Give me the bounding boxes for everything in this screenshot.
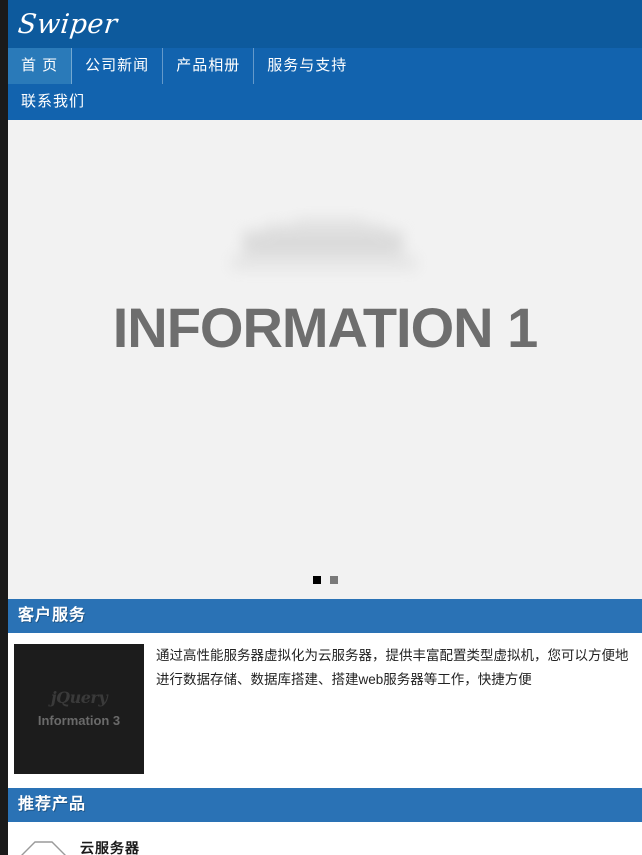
customer-service-body: jQuery Information 3 通过高性能服务器虚拟化为云服务器，提供… <box>8 633 642 788</box>
nav-item-product-album[interactable]: 产品相册 <box>163 48 255 84</box>
product-item-name[interactable]: 云服务器 <box>70 834 140 855</box>
section-header-recommended-products: 推荐产品 <box>8 788 642 822</box>
slider-bullet-1[interactable] <box>312 576 321 584</box>
recommended-products-body: 云服务器 <box>8 822 642 855</box>
hero-slider[interactable]: INFORMATION 1 <box>8 120 642 599</box>
nav-item-company-news[interactable]: 公司新闻 <box>72 48 164 84</box>
site-logo[interactable]: Swiper <box>16 9 119 40</box>
nav-item-contact-us[interactable]: 联系我们 <box>8 84 98 120</box>
cloud-icon <box>16 836 70 855</box>
page-root: Swiper 首 页 公司新闻 产品相册 服务与支持 联系我们 INFORMAT… <box>0 0 642 855</box>
slider-bullet-2[interactable] <box>329 576 338 584</box>
slider-pagination <box>8 576 642 584</box>
slide-active[interactable]: INFORMATION 1 <box>8 120 642 599</box>
nav-second-row: 联系我们 <box>8 84 642 120</box>
nav-item-home[interactable]: 首 页 <box>8 48 73 84</box>
blurred-logo-icon <box>225 215 425 289</box>
nav-item-service-support[interactable]: 服务与支持 <box>254 48 360 84</box>
main-navigation: 首 页 公司新闻 产品相册 服务与支持 联系我们 <box>8 48 642 120</box>
jquery-logo-icon: jQuery <box>50 688 108 707</box>
section-header-customer-service: 客户服务 <box>8 599 642 633</box>
service-description: 通过高性能服务器虚拟化为云服务器，提供丰富配置类型虚拟机，您可以方便地进行数据存… <box>156 648 629 687</box>
service-thumbnail-caption: Information 3 <box>37 713 121 728</box>
slide-title: INFORMATION 1 <box>112 296 539 359</box>
site-header: Swiper <box>8 0 642 48</box>
service-thumbnail[interactable]: jQuery Information 3 <box>14 644 144 774</box>
